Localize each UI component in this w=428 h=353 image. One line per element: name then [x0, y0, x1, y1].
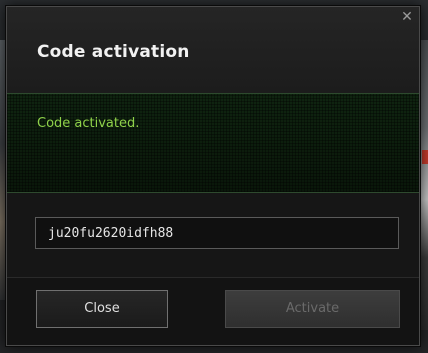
background-right-edge — [420, 40, 428, 330]
dialog-footer: Close Activate — [7, 277, 419, 345]
dialog-title: Code activation — [37, 42, 190, 62]
status-message-panel: Code activated. — [7, 93, 419, 193]
status-message: Code activated. — [37, 116, 140, 131]
code-activation-dialog: Code activation ✕ Code activated. Close … — [6, 6, 420, 346]
close-icon[interactable]: ✕ — [399, 9, 415, 25]
dialog-header: Code activation — [7, 7, 419, 93]
activate-button[interactable]: Activate — [225, 290, 400, 328]
input-area — [7, 193, 419, 277]
code-input[interactable] — [35, 217, 399, 249]
background-red-badge — [422, 150, 428, 164]
close-button[interactable]: Close — [36, 290, 168, 328]
